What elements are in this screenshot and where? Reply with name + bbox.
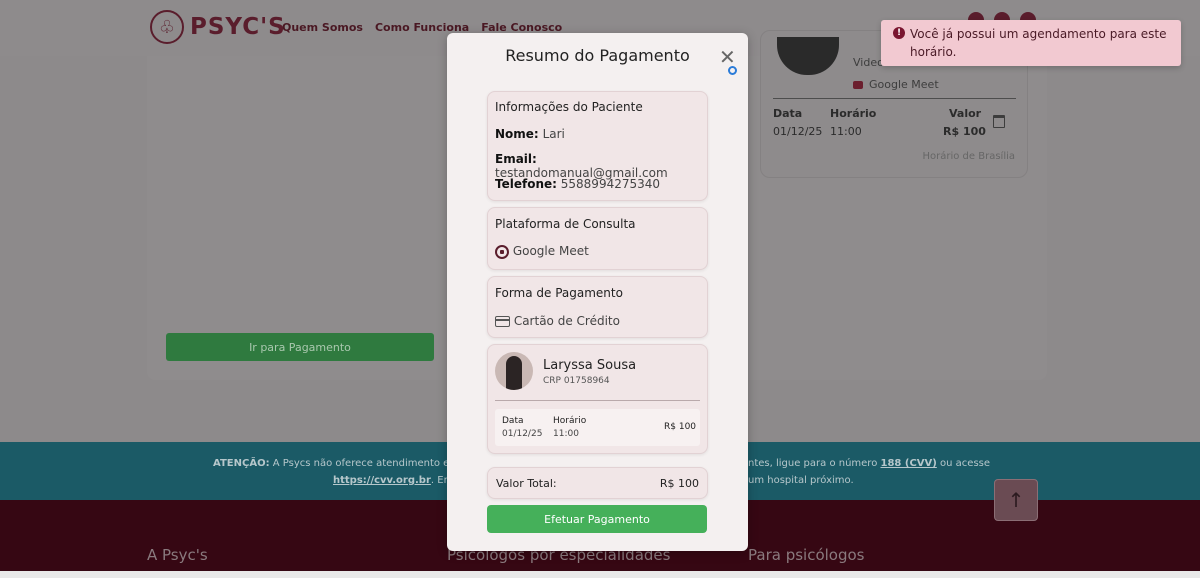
modal-title: Resumo do Pagamento — [505, 46, 690, 65]
total-section: Valor Total: R$ 100 — [487, 467, 708, 499]
psychologist-name: Laryssa Sousa — [543, 358, 637, 373]
platform-value: Google Meet — [512, 244, 589, 258]
attention-text-left: ATENÇÃO: A Psycs não oferece atendimento… — [213, 458, 449, 469]
timezone-label: Horário de Brasília — [922, 151, 1015, 162]
date-value: 01/12/25 — [773, 125, 823, 138]
video-label: Video — [853, 56, 884, 69]
psychologist-section: Laryssa Sousa CRP 01758964 Data Horário … — [487, 344, 708, 454]
total-label: Valor Total: — [496, 477, 557, 490]
platform-section: Plataforma de Consulta Google Meet — [487, 207, 708, 270]
patient-phone: 5588994275340 — [560, 177, 661, 191]
divider — [773, 98, 1016, 99]
meet-text: Google Meet — [869, 78, 939, 91]
patient-name: Lari — [542, 127, 565, 141]
tree-icon: ♧ — [150, 10, 184, 44]
video-camera-icon — [853, 80, 863, 89]
price-value: R$ 100 — [943, 125, 986, 138]
attention-text-right: ntes, ligue para o número 188 (CVV) ou a… — [748, 458, 990, 469]
horizontal-scrollbar[interactable] — [0, 571, 1200, 578]
close-icon[interactable]: ✕ — [719, 47, 736, 67]
footer-col-psycs: A Psyc's — [147, 546, 208, 564]
avatar — [495, 352, 533, 390]
cvv-number-link[interactable]: 188 (CVV) — [881, 458, 937, 469]
appointment-details: Data Horário 01/12/25 11:00 R$ 100 — [495, 409, 700, 446]
nav-quem-somos[interactable]: Quem Somos — [282, 21, 363, 34]
payment-section-title: Forma de Pagamento — [495, 286, 623, 300]
scroll-top-button[interactable]: ↑ — [994, 479, 1038, 521]
attention-text-3: ou acesse — [940, 458, 991, 469]
col-time: Horário — [830, 107, 877, 120]
alert-icon: ! — [893, 27, 905, 39]
trash-icon[interactable] — [993, 115, 1005, 128]
appointment-price: R$ 100 — [664, 422, 697, 432]
col-value: Valor — [949, 107, 982, 120]
submit-payment-button[interactable]: Efetuar Pagamento — [487, 505, 707, 533]
brand-name: PSYC'S — [190, 14, 286, 40]
appointment-date: 01/12/25 — [502, 429, 543, 439]
attention-text-2: ntes, ligue para o número — [748, 458, 878, 469]
attention-text-1: A Psycs não oferece atendimento e — [272, 458, 450, 469]
payment-method-section: Forma de Pagamento Cartão de Crédito — [487, 276, 708, 338]
divider — [495, 400, 700, 401]
footer-col-psychologists: Para psicólogos — [748, 546, 865, 564]
avatar — [777, 37, 839, 75]
toast-message: Você já possui um agendamento para este … — [910, 27, 1167, 59]
col-date: Data — [502, 416, 524, 426]
patient-info-section: Informações do Paciente Nome: Lari Email… — [487, 91, 708, 201]
brand-logo[interactable]: ♧ PSYC'S — [150, 10, 286, 44]
patient-phone-row: Telefone: 5588994275340 — [495, 177, 661, 191]
col-time: Horário — [553, 416, 587, 426]
attention-label: ATENÇÃO: — [213, 458, 270, 469]
time-value: 11:00 — [830, 125, 862, 138]
attention-text-left-2: https://cvv.org.br. Em — [333, 475, 453, 486]
credit-card-icon — [495, 316, 510, 327]
payment-method-value: Cartão de Crédito — [513, 314, 620, 328]
psychologist-crp: CRP 01758964 — [543, 376, 610, 386]
patient-email-row: Email: testandomanual@gmail.com — [495, 152, 668, 180]
patient-section-title: Informações do Paciente — [495, 100, 643, 114]
appointment-time: 11:00 — [553, 429, 579, 439]
go-to-payment-button[interactable]: Ir para Pagamento — [166, 333, 434, 361]
patient-name-row: Nome: Lari — [495, 127, 565, 141]
total-value: R$ 100 — [659, 477, 699, 490]
platform-section-title: Plataforma de Consulta — [495, 217, 636, 231]
payment-method-row: Cartão de Crédito — [495, 314, 620, 328]
arrow-up-icon: ↑ — [1007, 488, 1025, 512]
cvv-link[interactable]: https://cvv.org.br — [333, 475, 431, 486]
cursor-indicator — [728, 66, 737, 75]
whatsapp-icon — [495, 244, 509, 259]
error-toast: ! Você já possui um agendamento para est… — [881, 20, 1181, 66]
col-date: Data — [773, 107, 803, 120]
meet-label: Google Meet — [853, 78, 939, 91]
payment-summary-modal: Resumo do Pagamento ✕ Informações do Pac… — [447, 33, 748, 551]
attention-text-right-2: um hospital próximo. — [748, 475, 854, 486]
platform-row: Google Meet — [495, 244, 589, 259]
